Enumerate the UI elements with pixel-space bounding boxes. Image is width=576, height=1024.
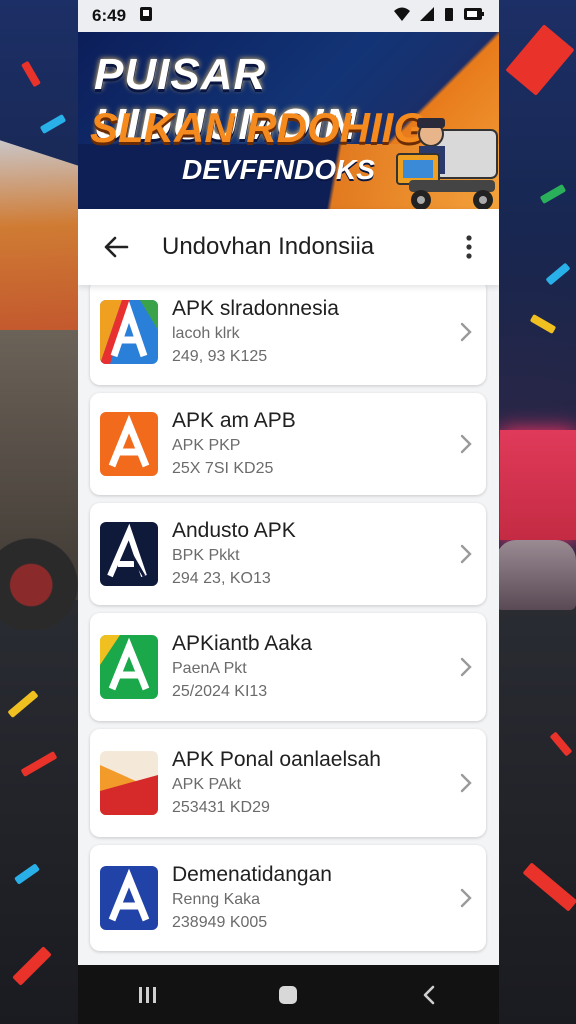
back-nav-button[interactable] — [399, 965, 459, 1024]
app-name: APK Ponal oanlaelsah — [172, 748, 381, 771]
background-neon-shop — [500, 430, 576, 540]
chevron-right-icon — [446, 887, 486, 909]
list-item[interactable]: Andusto APK BPK Pkkt 294 23, KO13 — [90, 503, 486, 605]
green-a-logo — [100, 635, 158, 699]
multicolor-a-logo — [100, 300, 158, 364]
app-name: APK slradonnesia — [172, 297, 339, 320]
chevron-right-icon — [446, 321, 486, 343]
courier-illustration — [396, 118, 498, 209]
app-list: APK slradonnesia lacoh klrk 249, 93 K125… — [78, 285, 499, 965]
confetti — [529, 314, 557, 334]
blue-a-logo — [100, 866, 158, 930]
confetti — [39, 114, 67, 134]
battery-icon — [463, 6, 485, 27]
confetti — [539, 184, 567, 204]
signal-icon — [419, 6, 435, 27]
wifi-icon — [393, 6, 411, 27]
list-item[interactable]: Demenatidangan Renng Kaka 238949 K005 — [90, 845, 486, 951]
recents-icon — [139, 986, 157, 1003]
confetti — [505, 24, 575, 96]
navy-a-logo — [100, 522, 158, 586]
system-nav-bar — [78, 965, 499, 1024]
arrow-back-icon — [104, 236, 129, 258]
list-item[interactable]: APK Ponal oanlaelsah APK PAkt 253431 KD2… — [90, 729, 486, 837]
list-item[interactable]: APKiantb Aaka PaenA Pkt 25/2024 KI13 — [90, 613, 486, 721]
app-developer: BPK Pkkt — [172, 547, 240, 564]
back-button[interactable] — [78, 209, 154, 285]
orange-a-logo — [100, 412, 158, 476]
chevron-right-icon — [446, 543, 486, 565]
app-developer: Renng Kaka — [172, 891, 261, 908]
more-vert-icon — [466, 235, 472, 259]
page-title: Undovhan Indonsiia — [162, 233, 375, 260]
chevron-right-icon — [446, 772, 486, 794]
background-motorbike — [0, 480, 78, 630]
home-button[interactable] — [258, 965, 318, 1024]
list-item[interactable]: APK slradonnesia lacoh klrk 249, 93 K125 — [90, 285, 486, 385]
app-meta: 25X 7SI KD25 — [172, 460, 274, 477]
confetti — [21, 60, 41, 88]
chevron-right-icon — [446, 433, 486, 455]
app-bar: Undovhan Indonsiia — [78, 209, 499, 285]
status-bar: 6:49 — [78, 0, 499, 32]
background-car — [496, 540, 576, 610]
app-developer: APK PKP — [172, 437, 241, 454]
app-developer: PaenA Pkt — [172, 660, 247, 677]
app-meta: 294 23, KO13 — [172, 570, 271, 587]
app-name: APK am APB — [172, 409, 296, 432]
app-developer: lacoh klrk — [172, 325, 240, 342]
overflow-menu-button[interactable] — [439, 209, 499, 285]
notification-icon — [138, 6, 154, 27]
sim-icon — [443, 6, 455, 27]
home-icon — [279, 985, 298, 1004]
app-meta: 249, 93 K125 — [172, 348, 268, 365]
promo-banner[interactable]: PUISAR UIDUUMOIN SLKAN RDOHIIG DEVFFNDOK… — [78, 32, 499, 209]
app-developer: APK PAkt — [172, 776, 242, 793]
recents-button[interactable] — [118, 965, 178, 1024]
status-time: 6:49 — [92, 6, 127, 25]
app-meta: 25/2024 KI13 — [172, 683, 268, 700]
list-item[interactable]: APK am APB APK PKP 25X 7SI KD25 — [90, 393, 486, 495]
app-name: Demenatidangan — [172, 863, 332, 886]
chevron-right-icon — [446, 656, 486, 678]
confetti — [545, 262, 571, 286]
back-nav-icon — [423, 985, 435, 1004]
app-name: APKiantb Aaka — [172, 632, 313, 655]
app-meta: 238949 K005 — [172, 914, 268, 931]
red-orange-logo — [100, 751, 158, 815]
banner-subtitle: SLKAN RDOHIIG — [90, 104, 426, 151]
banner-tagline: DEVFFNDOKS — [182, 154, 375, 185]
phone-screen: 6:49 PUISAR UIDUUMOIN SLKAN RDOHIIG DEVF… — [78, 0, 499, 1024]
app-meta: 253431 KD29 — [172, 799, 270, 816]
app-name: Andusto APK — [172, 519, 296, 542]
